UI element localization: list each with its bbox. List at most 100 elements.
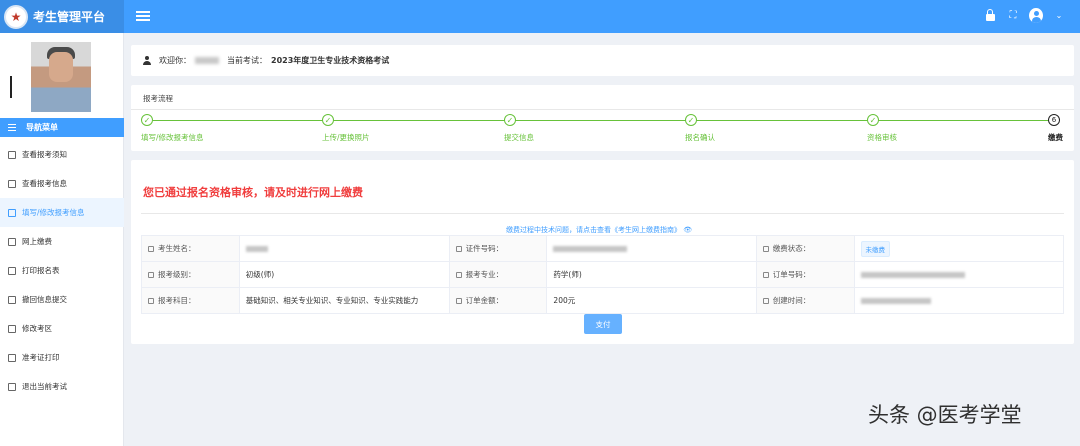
step-2-check-icon: ✓: [322, 114, 334, 126]
info-label: 报考专业：: [448, 261, 548, 288]
notice-icon: [8, 150, 16, 159]
status-message: 您已通过报名资格审核，请及时进行网上缴费: [143, 186, 363, 199]
step-4-label: 报名确认: [685, 133, 715, 142]
table-row: 报考科目： 基础知识、相关专业知识、专业知识、专业实践能力 订单金额： 200元…: [141, 287, 1064, 314]
print-icon: [8, 266, 16, 275]
sidebar-item-exit-exam[interactable]: 退出当前考试: [0, 372, 124, 401]
sidebar-item-edit-info[interactable]: 填写/修改报考信息: [0, 198, 124, 227]
info-label: 考生姓名：: [141, 235, 240, 262]
welcome-bar: 欢迎你： 当前考试： 2023年度卫生专业技术资格考试: [131, 45, 1074, 76]
step-5-label: 资格审核: [867, 133, 897, 142]
candidate-photo: [31, 42, 91, 112]
payment-status-cell: 未缴费: [853, 235, 1064, 262]
sidebar-collapse-handle[interactable]: [10, 76, 12, 98]
info-label: 报考科目：: [141, 287, 240, 314]
sidebar-item-label: 查看报考信息: [22, 179, 67, 188]
top-right-tools: ⛶ ⌄: [983, 7, 1066, 23]
menu-list-icon: [8, 122, 16, 133]
id-number-redacted: [546, 235, 757, 262]
info-label: 订单号码：: [755, 261, 855, 288]
candidate-info-table: 考生姓名： 证件号码： 缴费状态： 未缴费 报考级别： 初级(师) 报考专业： …: [141, 235, 1064, 314]
status-badge: 未缴费: [860, 240, 890, 257]
welcome-prefix: 欢迎你：: [159, 56, 191, 65]
sidebar-item-label: 查看报考须知: [22, 150, 67, 159]
amount-icon: [455, 298, 462, 304]
step-1-check-icon: ✓: [141, 114, 153, 126]
exit-icon: [8, 382, 16, 391]
info-label: 证件号码：: [448, 235, 548, 262]
sidebar-item-label: 退出当前考试: [22, 382, 67, 391]
step-3-check-icon: ✓: [504, 114, 516, 126]
user-name-redacted: [195, 57, 219, 64]
fullscreen-icon[interactable]: ⛶: [1006, 8, 1020, 22]
caret-down-icon[interactable]: ⌄: [1052, 8, 1066, 22]
sidebar: 导航菜单 查看报考须知 查看报考信息 填写/修改报考信息 网上缴费 打印报名表 …: [0, 33, 124, 446]
sidebar-item-print-form[interactable]: 打印报名表: [0, 256, 124, 285]
info-label: 订单金额：: [448, 287, 548, 314]
step-6-number: 6: [1048, 114, 1060, 126]
order-amount-value: 200元: [546, 287, 757, 314]
created-time-redacted: [853, 287, 1064, 314]
user-avatar-icon[interactable]: [1029, 7, 1043, 23]
user-icon: [143, 56, 151, 65]
sidebar-item-label: 准考证打印: [22, 353, 60, 362]
sidebar-item-view-info[interactable]: 查看报考信息: [0, 169, 124, 198]
table-row: 报考级别： 初级(师) 报考专业： 药学(师) 订单号码：: [141, 261, 1064, 288]
menu-toggle-icon[interactable]: [136, 9, 150, 23]
sidebar-item-label: 填写/修改报考信息: [22, 208, 85, 217]
step-2-label: 上传/更换照片: [322, 133, 370, 142]
exam-subjects-value: 基础知识、相关专业知识、专业知识、专业实践能力: [238, 287, 450, 314]
sidebar-item-label: 网上缴费: [22, 237, 52, 246]
level-icon: [148, 272, 154, 278]
app-title: 考生管理平台: [33, 10, 106, 24]
info-label: 缴费状态：: [755, 235, 855, 262]
document-icon: [8, 179, 16, 188]
sidebar-item-label: 打印报名表: [22, 266, 60, 275]
brand: ★ 考生管理平台: [0, 0, 124, 33]
candidate-name-redacted: [238, 235, 450, 262]
step-1-label: 填写/修改报考信息: [141, 133, 204, 142]
major-icon: [455, 272, 462, 278]
registration-process: 报考流程 ✓ 填写/修改报考信息 ✓ 上传/更换照片 ✓ 提交信息 ✓ 报名确认…: [131, 85, 1074, 151]
sidebar-item-notice[interactable]: 查看报考须知: [0, 140, 124, 169]
edit-icon: [8, 208, 16, 217]
step-5-check-icon: ✓: [867, 114, 879, 126]
divider: [141, 213, 1064, 214]
wallet-icon: [762, 246, 769, 252]
divider: [131, 109, 1074, 110]
lock-icon[interactable]: [983, 8, 997, 22]
undo-icon: [8, 295, 16, 304]
sidebar-item-label: 撤回信息提交: [22, 295, 67, 304]
sidebar-item-withdraw[interactable]: 撤回信息提交: [0, 285, 124, 314]
order-icon: [762, 272, 769, 278]
current-exam-name: 2023年度卫生专业技术资格考试: [271, 56, 390, 65]
order-number-redacted: [853, 261, 1064, 288]
clock-icon: [762, 298, 769, 304]
sidebar-item-label: 修改考区: [22, 324, 52, 333]
step-3-label: 提交信息: [504, 133, 534, 142]
process-line: [153, 120, 1053, 121]
process-title: 报考流程: [143, 94, 173, 103]
payment-guide-link[interactable]: 缴费过程中技术问题，请点击查看《考生网上缴费指南》 👁: [506, 225, 692, 235]
payment-panel: 您已通过报名资格审核，请及时进行网上缴费 缴费过程中技术问题，请点击查看《考生网…: [131, 160, 1074, 344]
payment-icon: [8, 237, 16, 246]
sidebar-item-payment[interactable]: 网上缴费: [0, 227, 124, 256]
user-icon: [148, 246, 154, 252]
info-label: 创建时间：: [755, 287, 855, 314]
info-label: 报考级别：: [141, 261, 240, 288]
exam-prefix: 当前考试：: [227, 56, 267, 65]
top-bar: ★ 考生管理平台 ⛶ ⌄: [0, 0, 1080, 33]
exam-level-value: 初级(师): [238, 261, 450, 288]
table-row: 考生姓名： 证件号码： 缴费状态： 未缴费: [141, 235, 1064, 262]
swap-icon: [8, 324, 16, 333]
step-4-check-icon: ✓: [685, 114, 697, 126]
platform-logo-icon: ★: [4, 4, 28, 29]
subject-icon: [148, 298, 154, 304]
sidebar-item-admission-ticket[interactable]: 准考证打印: [0, 343, 124, 372]
sidebar-item-change-area[interactable]: 修改考区: [0, 314, 124, 343]
pay-button[interactable]: 支付: [584, 314, 622, 334]
watermark: 头条 @医考学堂: [868, 403, 1022, 427]
nav-menu-header: 导航菜单: [0, 118, 124, 137]
step-6-label: 缴费: [1048, 133, 1063, 142]
exam-major-value: 药学(师): [546, 261, 757, 288]
